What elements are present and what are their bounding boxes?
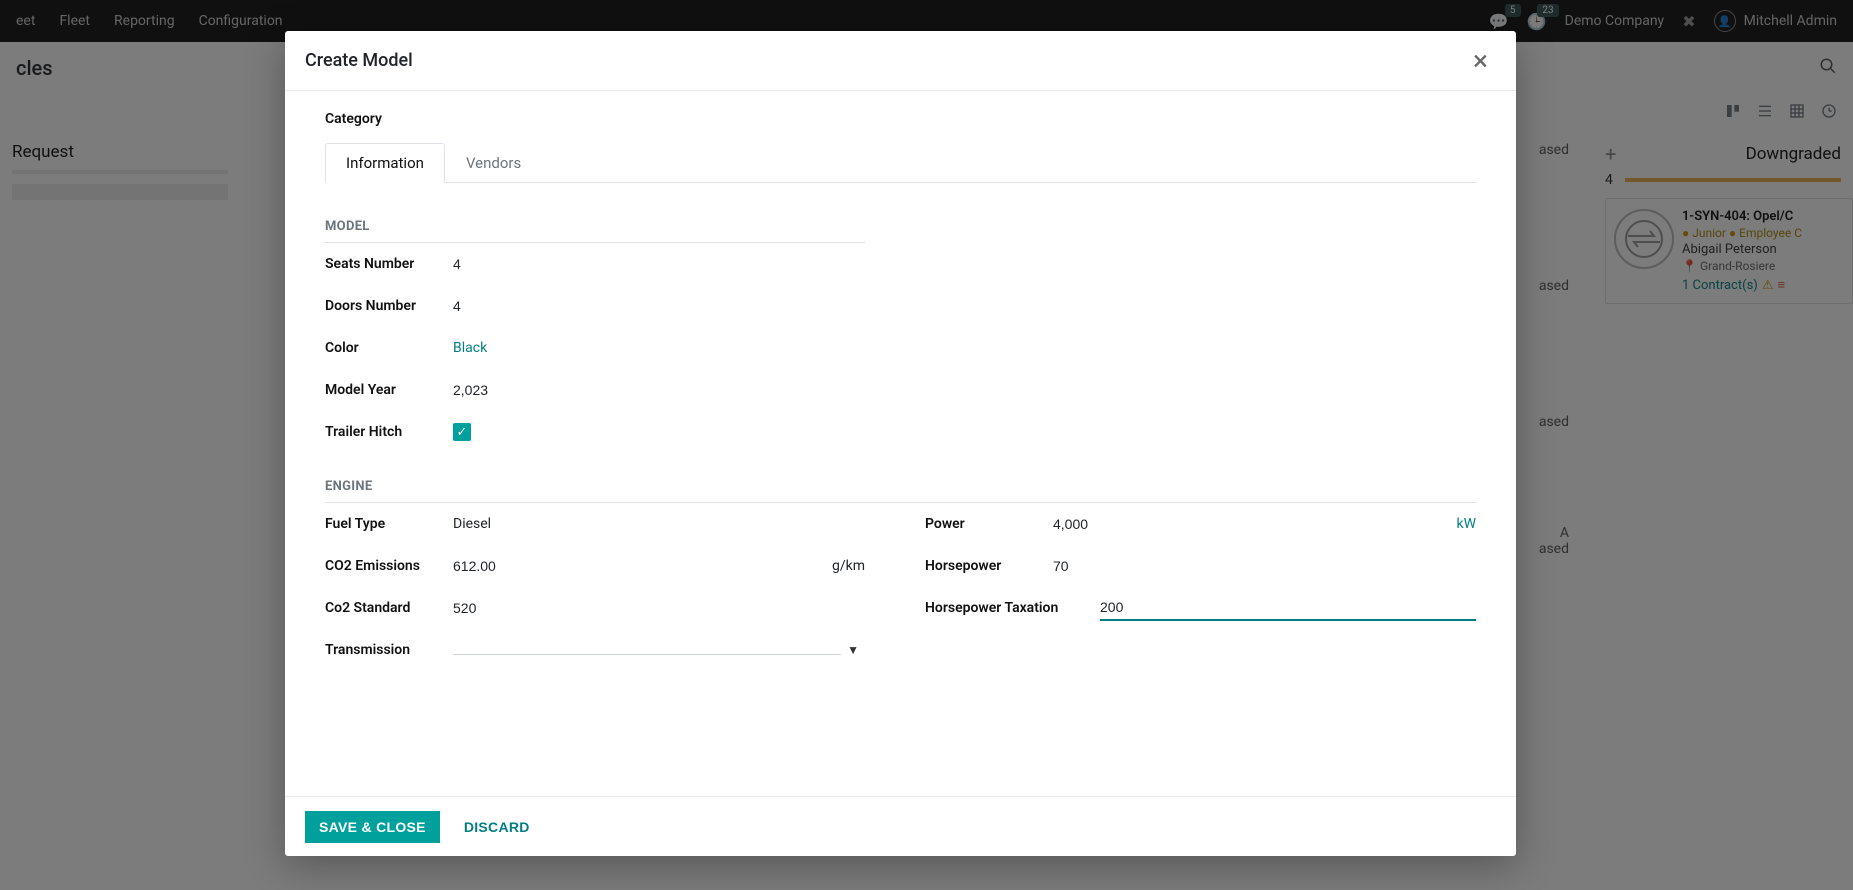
close-button[interactable]: ×	[1465, 43, 1496, 79]
co2s-label: Co2 Standard	[325, 600, 453, 616]
co2s-input[interactable]	[453, 596, 865, 620]
tab-information[interactable]: Information	[325, 143, 445, 183]
power-label: Power	[925, 516, 1053, 532]
hptax-label: Horsepower Taxation	[925, 600, 1100, 616]
chevron-down-icon[interactable]: ▼	[841, 643, 865, 657]
create-model-dialog: Create Model × Category Information Vend…	[285, 31, 1516, 856]
tab-vendors[interactable]: Vendors	[445, 143, 542, 182]
seats-label: Seats Number	[325, 256, 453, 272]
year-label: Model Year	[325, 382, 453, 398]
section-model: MODEL	[325, 193, 865, 243]
fuel-select[interactable]: Diesel	[453, 512, 865, 536]
co2e-label: CO2 Emissions	[325, 558, 453, 574]
tabs: Information Vendors	[325, 143, 1476, 183]
hp-input[interactable]	[1053, 554, 1476, 578]
year-input[interactable]	[453, 378, 1476, 402]
category-label: Category	[325, 111, 465, 127]
hptax-input[interactable]	[1100, 595, 1476, 621]
seats-input[interactable]	[453, 252, 1476, 276]
power-input[interactable]	[1053, 512, 1448, 536]
hp-label: Horsepower	[925, 558, 1053, 574]
dialog-title: Create Model	[305, 50, 413, 71]
co2e-unit: g/km	[824, 558, 865, 574]
doors-input[interactable]	[453, 294, 1476, 318]
discard-button[interactable]: DISCARD	[460, 811, 534, 843]
dialog-body[interactable]: Category Information Vendors MODEL Seats…	[285, 91, 1516, 796]
save-close-button[interactable]: SAVE & CLOSE	[305, 811, 440, 843]
hitch-label: Trailer Hitch	[325, 424, 453, 440]
hitch-checkbox[interactable]: ✓	[453, 423, 471, 441]
co2e-input[interactable]	[453, 554, 824, 578]
trans-select[interactable]	[453, 646, 841, 655]
color-label: Color	[325, 340, 453, 356]
doors-label: Doors Number	[325, 298, 453, 314]
section-engine: ENGINE	[325, 453, 1476, 503]
power-unit[interactable]: kW	[1448, 516, 1476, 532]
trans-label: Transmission	[325, 642, 453, 658]
color-select[interactable]: Black	[453, 336, 1476, 360]
fuel-label: Fuel Type	[325, 516, 453, 532]
